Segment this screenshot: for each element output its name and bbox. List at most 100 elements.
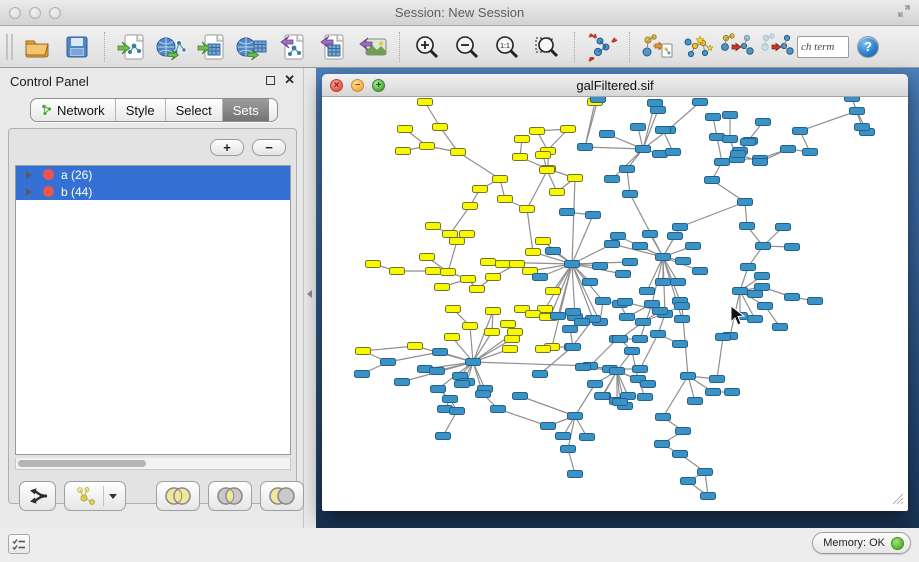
network-graph[interactable] xyxy=(325,97,905,506)
graph-node-set-b[interactable] xyxy=(845,97,860,102)
tab-sets[interactable]: Sets xyxy=(223,99,269,121)
graph-node-set-b[interactable] xyxy=(533,274,548,281)
graph-node-set-b[interactable] xyxy=(513,393,528,400)
graph-node-set-b[interactable] xyxy=(758,303,773,310)
graph-node-set-a[interactable] xyxy=(485,329,500,336)
graph-edge[interactable] xyxy=(545,264,572,309)
task-history-button[interactable] xyxy=(8,534,30,554)
graph-node-set-b[interactable] xyxy=(560,209,575,216)
graph-node-set-b[interactable] xyxy=(855,124,870,131)
graph-node-set-b[interactable] xyxy=(605,241,620,248)
graph-node-set-a[interactable] xyxy=(526,311,541,318)
graph-node-set-b[interactable] xyxy=(605,176,620,183)
scrollbar-thumb[interactable] xyxy=(18,460,146,467)
graph-node-set-b[interactable] xyxy=(710,376,725,383)
graph-node-set-b[interactable] xyxy=(673,341,688,348)
graph-node-set-a[interactable] xyxy=(546,288,561,295)
first-neighbors-icon[interactable] xyxy=(677,29,717,65)
graph-node-set-b[interactable] xyxy=(616,271,631,278)
import-table-file-icon[interactable] xyxy=(192,29,232,65)
graph-node-set-b[interactable] xyxy=(706,114,721,121)
graph-node-set-b[interactable] xyxy=(755,273,770,280)
graph-edge[interactable] xyxy=(800,111,857,131)
graph-node-set-b[interactable] xyxy=(640,288,655,295)
fullscreen-icon[interactable] xyxy=(897,4,911,18)
graph-edge[interactable] xyxy=(520,396,575,416)
graph-node-set-b[interactable] xyxy=(633,336,648,343)
graph-node-set-b[interactable] xyxy=(561,446,576,453)
graph-edge[interactable] xyxy=(458,152,500,179)
graph-node-set-a[interactable] xyxy=(396,148,411,155)
select-from-file-icon[interactable] xyxy=(637,29,677,65)
graph-node-set-b[interactable] xyxy=(681,478,696,485)
graph-node-set-b[interactable] xyxy=(673,451,688,458)
graph-node-set-a[interactable] xyxy=(445,334,460,341)
graph-node-set-b[interactable] xyxy=(773,324,788,331)
export-image-icon[interactable] xyxy=(352,29,392,65)
graph-node-set-b[interactable] xyxy=(693,99,708,106)
graph-edge[interactable] xyxy=(585,147,643,149)
set-row-a[interactable]: a (26) xyxy=(16,166,290,183)
graph-node-set-b[interactable] xyxy=(656,254,671,261)
graph-edge[interactable] xyxy=(668,102,700,130)
graph-node-set-b[interactable] xyxy=(756,243,771,250)
graph-node-set-a[interactable] xyxy=(540,167,555,174)
graph-node-set-b[interactable] xyxy=(620,166,635,173)
graph-node-set-b[interactable] xyxy=(593,263,608,270)
remove-set-button[interactable]: − xyxy=(252,139,286,156)
graph-edge[interactable] xyxy=(680,202,745,227)
graph-node-set-b[interactable] xyxy=(576,364,591,371)
graph-edge[interactable] xyxy=(473,362,590,366)
graph-node-set-b[interactable] xyxy=(701,493,716,500)
graph-node-set-b[interactable] xyxy=(671,279,686,286)
graph-node-set-b[interactable] xyxy=(631,124,646,131)
graph-node-set-a[interactable] xyxy=(408,343,423,350)
graph-edge[interactable] xyxy=(590,339,617,366)
graph-node-set-b[interactable] xyxy=(850,108,865,115)
graph-node-set-b[interactable] xyxy=(808,298,823,305)
save-session-icon[interactable] xyxy=(57,29,97,65)
import-table-web-icon[interactable] xyxy=(232,29,272,65)
import-network-file-icon[interactable] xyxy=(112,29,152,65)
graph-node-set-b[interactable] xyxy=(620,314,635,321)
title-bar[interactable]: Session: New Session xyxy=(0,0,919,26)
graph-node-set-a[interactable] xyxy=(515,136,530,143)
graph-node-set-b[interactable] xyxy=(676,428,691,435)
graph-node-set-b[interactable] xyxy=(595,393,610,400)
graph-node-set-b[interactable] xyxy=(450,408,465,415)
set-row-b[interactable]: b (44) xyxy=(16,183,290,200)
graph-node-set-b[interactable] xyxy=(676,258,691,265)
graph-node-set-b[interactable] xyxy=(613,336,628,343)
graph-node-set-b[interactable] xyxy=(600,131,615,138)
graph-node-set-b[interactable] xyxy=(455,381,470,388)
graph-node-set-b[interactable] xyxy=(641,381,656,388)
graph-node-set-b[interactable] xyxy=(781,146,796,153)
graph-node-set-b[interactable] xyxy=(755,284,770,291)
graph-edge[interactable] xyxy=(572,215,593,264)
graph-node-set-b[interactable] xyxy=(568,471,583,478)
graph-node-set-b[interactable] xyxy=(655,441,670,448)
difference-button[interactable] xyxy=(260,481,304,511)
horizontal-scrollbar[interactable] xyxy=(15,458,291,470)
graph-node-set-a[interactable] xyxy=(526,249,541,256)
graph-edge[interactable] xyxy=(663,376,688,417)
tab-network[interactable]: Network xyxy=(31,99,116,121)
graph-node-set-a[interactable] xyxy=(513,154,528,161)
graph-node-set-b[interactable] xyxy=(645,301,660,308)
graph-node-set-b[interactable] xyxy=(666,149,681,156)
graph-node-set-b[interactable] xyxy=(625,348,640,355)
graph-node-set-b[interactable] xyxy=(725,389,740,396)
graph-node-set-b[interactable] xyxy=(740,223,755,230)
graph-node-set-a[interactable] xyxy=(356,348,371,355)
graph-node-set-b[interactable] xyxy=(591,97,606,103)
graph-node-set-b[interactable] xyxy=(638,394,653,401)
graph-node-set-b[interactable] xyxy=(756,119,771,126)
graph-node-set-a[interactable] xyxy=(446,306,461,313)
graph-node-set-b[interactable] xyxy=(793,128,808,135)
graph-node-set-b[interactable] xyxy=(706,389,721,396)
graph-edge[interactable] xyxy=(450,206,470,234)
intersection-button[interactable] xyxy=(208,481,252,511)
graph-node-set-b[interactable] xyxy=(653,308,668,315)
graph-node-set-b[interactable] xyxy=(596,298,611,305)
graph-node-set-b[interactable] xyxy=(618,299,633,306)
